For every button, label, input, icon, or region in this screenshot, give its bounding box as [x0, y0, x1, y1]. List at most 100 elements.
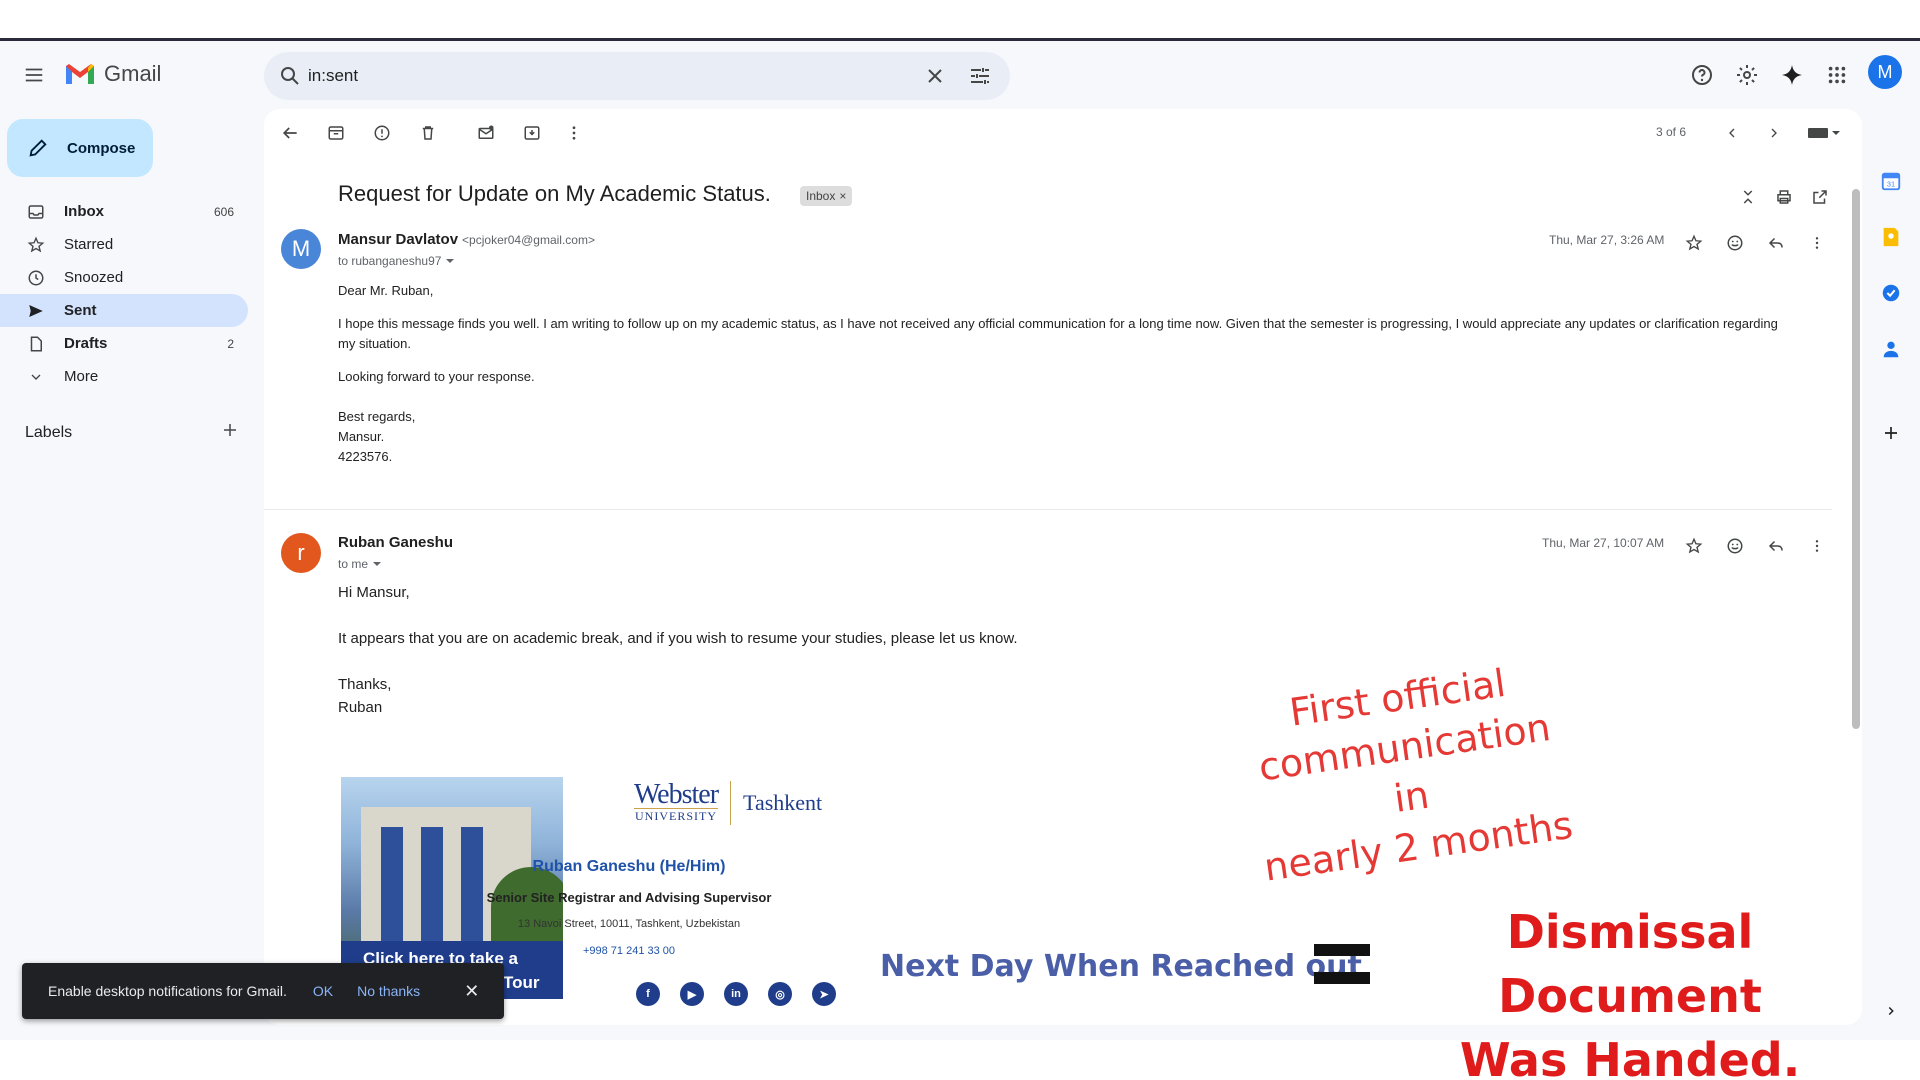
sidebar-item-label: Inbox — [64, 203, 104, 220]
account-avatar[interactable]: M — [1868, 55, 1902, 89]
report-spam-icon[interactable] — [368, 119, 396, 147]
social-links: f ▶ in ◎ ➤ — [636, 982, 836, 1006]
tasks-icon[interactable] — [1879, 281, 1903, 305]
toast-message: Enable desktop notifications for Gmail. — [48, 983, 287, 999]
gmail-logo[interactable]: Gmail — [64, 61, 161, 87]
sidebar-item-sent[interactable]: Sent — [0, 294, 248, 327]
sidebar-item-snoozed[interactable]: Snoozed — [0, 261, 248, 294]
sender-avatar[interactable]: r — [281, 533, 321, 573]
sidebar-item-inbox[interactable]: Inbox 606 — [0, 195, 248, 228]
expand-panel-chevron-icon[interactable] — [1879, 999, 1903, 1023]
chip-close-icon[interactable]: × — [839, 189, 846, 203]
logo-university-text: UNIVERSITY — [634, 808, 719, 823]
youtube-icon[interactable]: ▶ — [680, 982, 704, 1006]
more-vert-icon[interactable] — [560, 119, 588, 147]
send-icon — [26, 301, 46, 321]
email-subject: Request for Update on My Academic Status… — [338, 181, 771, 206]
pager-text: 3 of 6 — [1656, 125, 1687, 139]
recipient-line[interactable]: to me — [338, 557, 382, 571]
move-to-icon[interactable] — [518, 119, 546, 147]
equals-bar — [1314, 972, 1370, 984]
body-paragraph: I hope this message finds you well. I am… — [338, 316, 1778, 351]
add-addon-icon[interactable] — [1879, 421, 1903, 445]
input-tools-icon[interactable] — [1804, 119, 1844, 147]
sidebar-item-label: Sent — [64, 302, 97, 319]
clear-search-icon[interactable] — [923, 64, 947, 93]
closing-line: Ruban — [338, 699, 383, 716]
message-date: Thu, Mar 27, 10:07 AM — [1542, 536, 1665, 550]
header: Gmail M — [0, 41, 1920, 109]
inbox-label-chip[interactable]: Inbox × — [800, 186, 853, 206]
search-input[interactable] — [308, 52, 868, 100]
side-panel-rail: 31 — [1862, 109, 1920, 1025]
sender-name[interactable]: Ruban Ganeshu — [338, 534, 453, 551]
telegram-icon[interactable]: ➤ — [812, 982, 836, 1006]
body-paragraph: It appears that you are on academic brea… — [338, 630, 1018, 647]
contacts-icon[interactable] — [1879, 337, 1903, 361]
chevron-left-icon[interactable] — [1718, 119, 1746, 147]
chevron-down-icon — [26, 367, 46, 387]
sidebar-item-more[interactable]: More — [0, 360, 248, 393]
add-label-icon[interactable] — [221, 421, 239, 444]
drafts-count: 2 — [227, 336, 234, 351]
calendar-icon[interactable]: 31 — [1879, 169, 1903, 193]
annotation-dismissal: Dismissal Document Was Handed. — [1390, 900, 1870, 1080]
facebook-icon[interactable]: f — [636, 982, 660, 1006]
more-vert-icon[interactable] — [1805, 231, 1829, 255]
sender-line: Mansur Davlatov <pcjoker04@gmail.com> — [338, 231, 595, 248]
equals-bar — [1314, 944, 1370, 956]
open-new-window-icon[interactable] — [1808, 185, 1832, 209]
recipient-line[interactable]: to rubanganeshu97 — [338, 254, 455, 268]
closing-line: Thanks, — [338, 676, 392, 693]
emoji-reaction-icon[interactable] — [1723, 231, 1747, 255]
trash-icon[interactable] — [414, 119, 442, 147]
search-bar — [264, 52, 1010, 100]
close-icon[interactable]: ✕ — [464, 981, 479, 1002]
message-date: Thu, Mar 27, 3:26 AM — [1549, 233, 1665, 247]
signature-address: 13 Navoi Street, 10011, Tashkent, Uzbeki… — [517, 918, 741, 930]
reply-icon[interactable] — [1764, 231, 1788, 255]
app-name: Gmail — [104, 61, 162, 86]
star-icon[interactable] — [1682, 231, 1706, 255]
chevron-right-icon[interactable] — [1760, 119, 1788, 147]
collapse-all-icon[interactable] — [1736, 185, 1760, 209]
settings-gear-icon[interactable] — [1727, 55, 1767, 95]
signature-name: Ruban Ganeshu (He/Him) — [532, 858, 726, 875]
print-icon[interactable] — [1772, 185, 1796, 209]
emoji-reaction-icon[interactable] — [1723, 534, 1747, 558]
back-arrow-icon[interactable] — [276, 119, 304, 147]
sidebar-item-starred[interactable]: Starred — [0, 228, 248, 261]
search-icon[interactable] — [278, 64, 302, 93]
toast-ok-button[interactable]: OK — [313, 983, 333, 999]
instagram-icon[interactable]: ◎ — [768, 982, 792, 1006]
sender-avatar[interactable]: M — [281, 229, 321, 269]
gemini-sparkle-icon[interactable] — [1772, 55, 1812, 95]
reply-icon[interactable] — [1764, 534, 1788, 558]
scrollbar-thumb[interactable] — [1852, 189, 1860, 729]
sidebar-item-drafts[interactable]: Drafts 2 — [0, 327, 248, 360]
compose-button[interactable]: Compose — [7, 119, 153, 177]
message-actions — [1682, 534, 1829, 558]
toast-no-thanks-button[interactable]: No thanks — [357, 983, 420, 999]
draft-file-icon — [26, 334, 46, 354]
mark-unread-icon[interactable] — [472, 119, 500, 147]
search-options-icon[interactable] — [968, 64, 992, 93]
keep-icon[interactable] — [1879, 225, 1903, 249]
sender-email: <pcjoker04@gmail.com> — [462, 233, 595, 247]
signature-title: Senior Site Registrar and Advising Super… — [486, 890, 772, 905]
sidebar-item-label: Drafts — [64, 335, 108, 352]
apps-grid-icon[interactable] — [1817, 55, 1857, 95]
message-body: Dear Mr. Ruban, I hope this message find… — [338, 281, 1778, 467]
sidebar-item-label: Snoozed — [64, 269, 124, 286]
more-vert-icon[interactable] — [1805, 534, 1829, 558]
menu-icon — [25, 68, 43, 82]
webster-wordmark: Webster UNIVERSITY — [634, 781, 719, 824]
sender-name[interactable]: Mansur Davlatov — [338, 231, 458, 248]
inbox-icon — [26, 202, 46, 222]
main-menu-button[interactable] — [18, 59, 50, 91]
inbox-count: 606 — [213, 204, 234, 219]
support-icon[interactable] — [1682, 55, 1722, 95]
linkedin-icon[interactable]: in — [724, 982, 748, 1006]
archive-icon[interactable] — [322, 119, 350, 147]
star-icon[interactable] — [1682, 534, 1706, 558]
